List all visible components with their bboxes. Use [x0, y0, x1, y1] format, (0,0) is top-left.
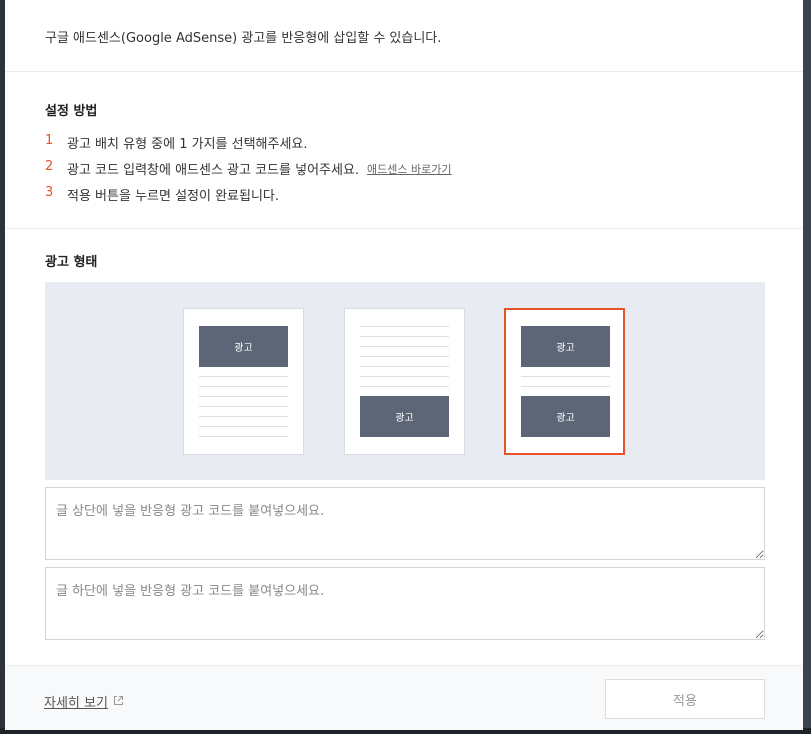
learn-more-label: 자세히 보기: [44, 696, 108, 711]
content-line: [199, 406, 288, 407]
ad-placeholder-block: 광고: [199, 326, 288, 367]
step-number: 1: [45, 133, 54, 148]
ad-placeholder-block: 광고: [521, 326, 610, 367]
step-text: 광고 배치 유형 중에 1 가지를 선택해주세요.: [67, 137, 308, 152]
content-line: [360, 326, 449, 327]
apply-button[interactable]: 적용: [605, 679, 765, 719]
ad-placeholder-block: 광고: [360, 396, 449, 437]
layout-option-top-bottom[interactable]: 광고 광고: [504, 308, 625, 455]
content-line: [199, 416, 288, 417]
content-line: [360, 356, 449, 357]
layout-option-top[interactable]: 광고: [183, 308, 304, 455]
step-number: 3: [45, 185, 54, 200]
ad-layout-options: 광고 광고 광고 광고: [45, 282, 765, 480]
content-line: [199, 426, 288, 427]
step-text: 광고 코드 입력창에 애드센스 광고 코드를 넣어주세요.: [67, 163, 360, 178]
ad-type-title: 광고 형태: [45, 255, 98, 270]
content-line: [199, 376, 288, 377]
howto-section: 설정 방법 1 광고 배치 유형 중에 1 가지를 선택해주세요. 2 광고 코…: [5, 72, 803, 229]
modal-footer: 자세히 보기 적용: [5, 665, 803, 730]
step-text: 적용 버튼을 누르면 설정이 완료됩니다.: [67, 189, 280, 204]
bottom-ad-code-input[interactable]: [45, 567, 765, 640]
ad-placeholder-block: 광고: [521, 396, 610, 437]
step-number: 2: [45, 159, 54, 174]
top-ad-code-input[interactable]: [45, 487, 765, 560]
intro-text: 구글 애드센스(Google AdSense) 광고를 반응형에 삽입할 수 있…: [45, 31, 442, 46]
external-link-icon: [113, 695, 124, 709]
layout-option-bottom[interactable]: 광고: [344, 308, 465, 455]
howto-title: 설정 방법: [45, 104, 98, 119]
content-line: [360, 336, 449, 337]
content-line: [360, 386, 449, 387]
content-line: [360, 376, 449, 377]
content-line: [521, 386, 610, 387]
step-item: 2 광고 코드 입력창에 애드센스 광고 코드를 넣어주세요. 애드센스 바로가…: [45, 159, 803, 185]
backdrop-strip: [803, 0, 811, 734]
intro-section: 구글 애드센스(Google AdSense) 광고를 반응형에 삽입할 수 있…: [5, 0, 803, 72]
content-line: [199, 396, 288, 397]
steps-list: 1 광고 배치 유형 중에 1 가지를 선택해주세요. 2 광고 코드 입력창에…: [45, 133, 803, 211]
step-item: 3 적용 버튼을 누르면 설정이 완료됩니다.: [45, 185, 803, 211]
content-line: [360, 366, 449, 367]
content-line: [521, 376, 610, 377]
learn-more-link[interactable]: 자세히 보기: [44, 692, 124, 711]
adsense-settings-modal: 구글 애드센스(Google AdSense) 광고를 반응형에 삽입할 수 있…: [5, 0, 803, 730]
step-item: 1 광고 배치 유형 중에 1 가지를 선택해주세요.: [45, 133, 803, 159]
content-line: [199, 436, 288, 437]
content-line: [199, 386, 288, 387]
content-line: [360, 346, 449, 347]
ad-type-section: 광고 형태 광고 광고 광고 광고 글 상단에 넣을 반응형 광고 코드를 붙여…: [5, 229, 803, 640]
adsense-shortcut-link[interactable]: 애드센스 바로가기: [367, 161, 451, 177]
